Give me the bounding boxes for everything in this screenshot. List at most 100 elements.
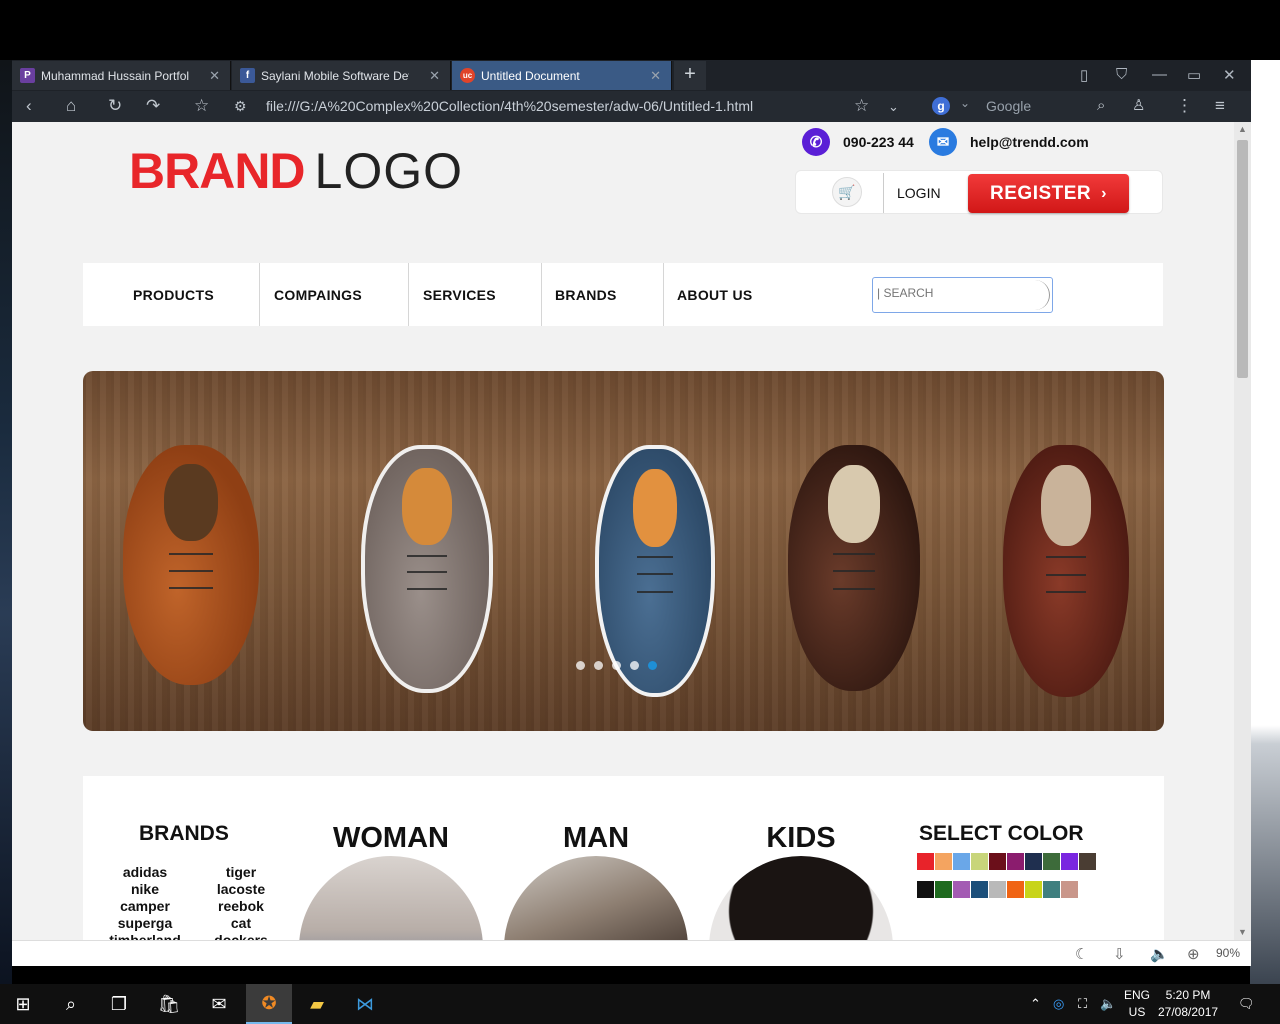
color-swatch[interactable] — [935, 853, 952, 870]
color-swatch[interactable] — [971, 881, 988, 898]
color-swatch[interactable] — [1043, 853, 1060, 870]
home-icon[interactable]: ⌂ — [66, 96, 76, 116]
cortana-icon[interactable]: ◎ — [1053, 996, 1064, 1012]
color-swatch[interactable] — [971, 853, 988, 870]
language-indicator[interactable]: ENG US — [1124, 987, 1150, 1021]
color-swatch[interactable] — [1025, 853, 1042, 870]
volume-icon[interactable]: 🔈 — [1150, 945, 1169, 963]
close-window-icon[interactable]: ✕ — [1223, 66, 1236, 84]
night-mode-icon[interactable]: ☾ — [1075, 945, 1088, 963]
account-icon[interactable]: ♙ — [1132, 96, 1145, 114]
system-clock[interactable]: 5:20 PM 27/08/2017 — [1158, 987, 1218, 1021]
windows-start-icon[interactable]: ⊞ — [0, 984, 46, 1024]
slider-dot[interactable] — [576, 661, 585, 670]
color-swatch[interactable] — [1007, 853, 1024, 870]
uc-browser-icon[interactable]: ✪ — [246, 984, 292, 1024]
page-scrollbar[interactable]: ▲ ▼ — [1234, 122, 1251, 940]
search-box[interactable] — [872, 277, 1053, 313]
kids-heading[interactable]: KIDS — [709, 822, 893, 855]
hamburger-menu-icon[interactable]: ≡ — [1215, 96, 1225, 116]
search-input[interactable] — [877, 286, 1027, 300]
slider-dot[interactable] — [630, 661, 639, 670]
forward-arrow-icon[interactable]: ↷ — [146, 96, 160, 116]
hero-slider[interactable] — [83, 371, 1164, 731]
search-icon[interactable]: ⌕ — [1097, 97, 1105, 114]
close-tab-icon[interactable]: ✕ — [209, 68, 220, 84]
close-tab-icon[interactable]: ✕ — [429, 68, 440, 84]
scroll-down-icon[interactable]: ▼ — [1238, 927, 1247, 937]
maximize-icon[interactable]: ▭ — [1187, 66, 1201, 84]
brand-link[interactable]: dockers — [201, 932, 281, 940]
color-swatch[interactable] — [917, 853, 934, 870]
brand-link[interactable]: tiger — [201, 864, 281, 881]
back-icon[interactable]: ‹ — [26, 96, 32, 116]
notifications-icon[interactable]: 🗨 — [1238, 996, 1255, 1012]
color-swatch[interactable] — [1007, 881, 1024, 898]
network-icon[interactable]: ⛶ — [1078, 996, 1087, 1012]
kids-category-image[interactable] — [709, 856, 893, 940]
man-category-image[interactable] — [504, 856, 688, 940]
skin-shirt-icon[interactable]: ⛉ — [1116, 66, 1127, 83]
zoom-level[interactable]: 90% — [1216, 946, 1240, 960]
url-field[interactable]: file:///G:/A%20Complex%20Collection/4th%… — [266, 98, 753, 114]
close-tab-icon[interactable]: ✕ — [650, 68, 661, 84]
brand-link[interactable]: superga — [105, 915, 185, 932]
color-swatch[interactable] — [917, 881, 934, 898]
color-swatch[interactable] — [1025, 881, 1042, 898]
engine-chevron-icon[interactable]: ⌄ — [960, 96, 970, 110]
more-menu-icon[interactable]: ⋮ — [1176, 96, 1193, 116]
download-icon[interactable]: ⇩ — [1113, 945, 1126, 963]
nav-item-brands[interactable]: BRANDS — [555, 263, 617, 326]
color-swatch[interactable] — [989, 881, 1006, 898]
slider-dot[interactable] — [612, 661, 621, 670]
tab-saylani[interactable]: f Saylani Mobile Software Dev ✕ — [232, 61, 451, 90]
cart-icon[interactable]: 🛒 — [832, 177, 862, 207]
mail-app-icon[interactable]: ✉ — [196, 984, 242, 1024]
nav-item-products[interactable]: PRODUCTS — [133, 263, 214, 326]
tab-portfolio[interactable]: P Muhammad Hussain Portfolio ✕ — [12, 61, 231, 90]
woman-heading[interactable]: WOMAN — [299, 822, 483, 855]
color-swatch[interactable] — [1043, 881, 1060, 898]
nav-item-services[interactable]: SERVICES — [423, 263, 496, 326]
store-icon[interactable]: 🛍 — [146, 984, 192, 1024]
search-engine-box[interactable]: g ⌄ Google — [932, 96, 1107, 117]
sidebar-toggle-icon[interactable]: ▯ — [1080, 66, 1088, 84]
speaker-icon[interactable]: 🔈 — [1100, 996, 1116, 1012]
color-swatch[interactable] — [935, 881, 952, 898]
color-swatch[interactable] — [1079, 853, 1096, 870]
visual-studio-code-icon[interactable]: ⋈ — [342, 984, 388, 1024]
brand-link[interactable]: adidas — [105, 864, 185, 881]
minimize-icon[interactable]: — — [1152, 66, 1167, 83]
task-view-icon[interactable]: ❐ — [96, 984, 142, 1024]
nav-item-compaings[interactable]: COMPAINGS — [274, 263, 362, 326]
woman-category-image[interactable] — [299, 856, 483, 940]
slider-dot[interactable] — [594, 661, 603, 670]
slider-dot-active[interactable] — [648, 661, 657, 670]
color-swatch[interactable] — [1061, 881, 1078, 898]
register-button[interactable]: REGISTER › — [968, 174, 1129, 213]
reload-icon[interactable]: ↻ — [108, 96, 122, 116]
google-search-icon[interactable]: g — [932, 97, 950, 115]
login-link[interactable]: LOGIN — [897, 185, 941, 201]
new-tab-button[interactable]: + — [674, 61, 706, 90]
chevron-down-icon[interactable]: ⌄ — [888, 99, 899, 115]
zoom-icon[interactable]: ⊕ — [1187, 945, 1200, 963]
brand-link[interactable]: timberland — [105, 932, 185, 940]
brand-link[interactable]: cat — [201, 915, 281, 932]
brand-link[interactable]: lacoste — [201, 881, 281, 898]
search-icon[interactable]: ⌕ — [48, 984, 94, 1024]
chevron-up-icon[interactable]: ⌃ — [1030, 996, 1041, 1012]
brand-link[interactable]: nike — [105, 881, 185, 898]
man-heading[interactable]: MAN — [504, 822, 688, 855]
brand-link[interactable]: camper — [105, 898, 185, 915]
brand-link[interactable]: reebok — [201, 898, 281, 915]
scroll-up-icon[interactable]: ▲ — [1238, 124, 1247, 134]
color-swatch[interactable] — [989, 853, 1006, 870]
tab-untitled-document[interactable]: uc Untitled Document ✕ — [452, 61, 672, 90]
email-address[interactable]: help@trendd.com — [970, 134, 1089, 150]
bookmark-star-icon[interactable]: ☆ — [194, 96, 209, 116]
file-explorer-icon[interactable]: ▰ — [294, 984, 340, 1024]
color-swatch[interactable] — [953, 853, 970, 870]
favorite-star-icon[interactable]: ☆ — [854, 96, 869, 116]
brand-logo[interactable]: BRAND LOGO — [129, 142, 463, 200]
